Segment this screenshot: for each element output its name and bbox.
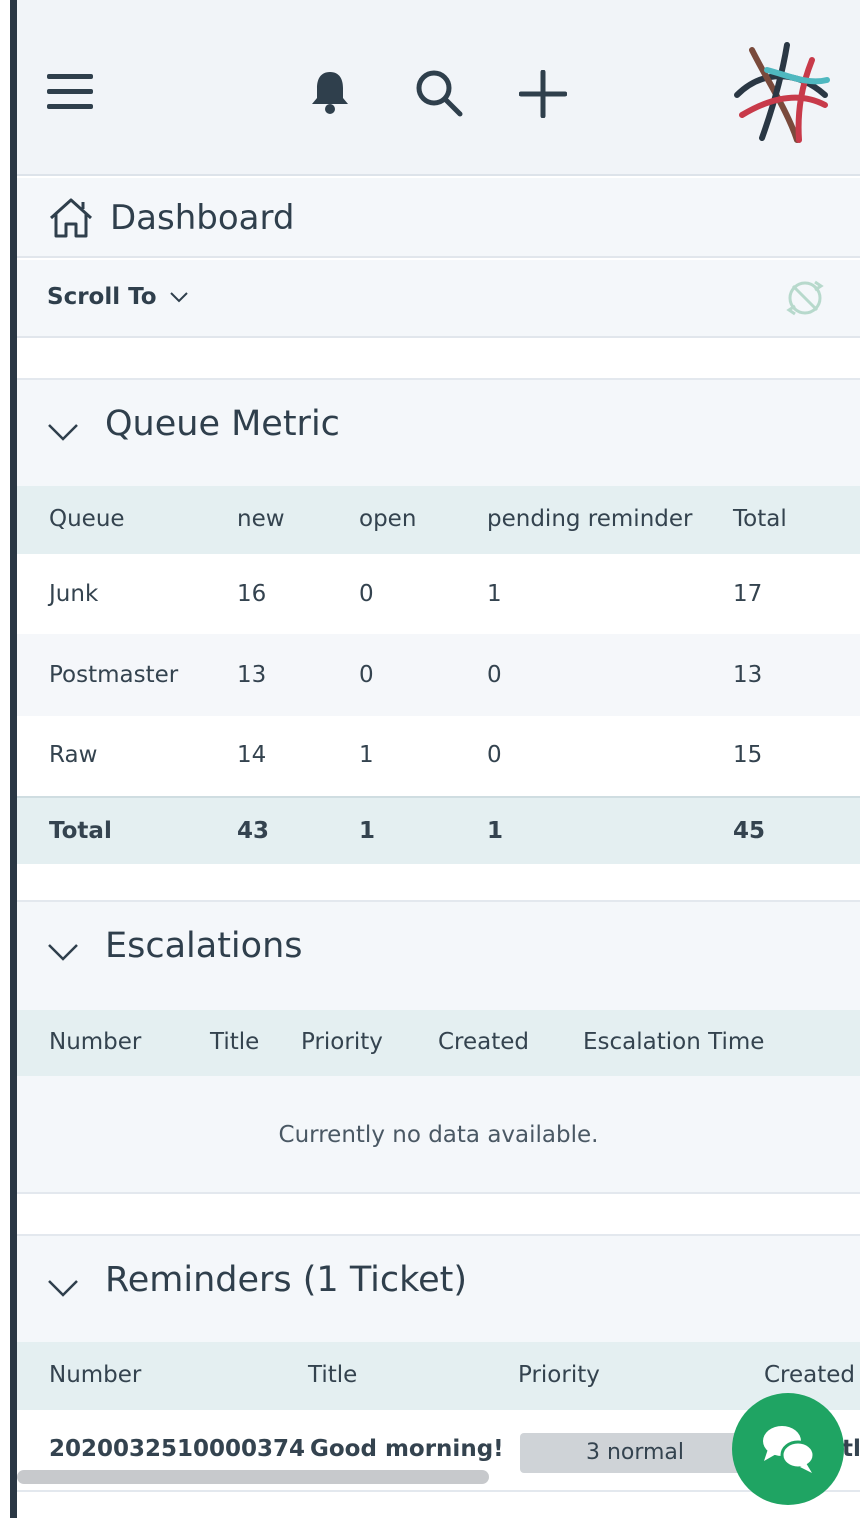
- count-pending[interactable]: 1: [487, 581, 502, 607]
- column-header[interactable]: Title: [308, 1362, 357, 1388]
- total-label: Total: [49, 818, 112, 844]
- queue-metric-header[interactable]: Queue Metric: [17, 378, 860, 486]
- table-header: Number Title Priority Created: [17, 1342, 860, 1410]
- escalations-header[interactable]: Escalations: [17, 900, 860, 1010]
- home-icon[interactable]: [47, 196, 95, 240]
- count-total[interactable]: 17: [733, 581, 762, 607]
- column-header[interactable]: open: [359, 506, 416, 532]
- count-total[interactable]: 15: [733, 742, 762, 768]
- count-open[interactable]: 0: [359, 662, 374, 688]
- queue-name[interactable]: Junk: [49, 581, 98, 607]
- section-gap: [17, 1196, 860, 1234]
- scroll-to-bar: Scroll To: [17, 260, 860, 338]
- table-header: Number Title Priority Created Escalation…: [17, 1010, 860, 1076]
- table-row[interactable]: Junk 16 0 1 17: [17, 554, 860, 634]
- menu-icon[interactable]: [47, 72, 93, 112]
- count-total[interactable]: 13: [733, 662, 762, 688]
- section-gap: [17, 340, 860, 378]
- section-gap: [17, 864, 860, 900]
- bell-icon[interactable]: [309, 68, 351, 116]
- page-title: Dashboard: [110, 198, 295, 238]
- count-pending[interactable]: 0: [487, 662, 502, 688]
- column-header[interactable]: Created: [438, 1029, 529, 1055]
- total-pending: 1: [487, 818, 504, 844]
- count-pending[interactable]: 0: [487, 742, 502, 768]
- left-edge-bar: [10, 0, 17, 1518]
- total-open: 1: [359, 818, 376, 844]
- chat-button[interactable]: [732, 1393, 844, 1505]
- count-new[interactable]: 14: [237, 742, 266, 768]
- total-new: 43: [237, 818, 270, 844]
- column-header[interactable]: Title: [210, 1029, 259, 1055]
- chevron-down-icon[interactable]: [169, 290, 189, 304]
- chevron-down-icon[interactable]: [47, 942, 79, 962]
- widget-title: Escalations: [105, 926, 303, 966]
- widget-title: Reminders (1 Ticket): [105, 1260, 468, 1300]
- column-header[interactable]: new: [237, 506, 285, 532]
- column-header[interactable]: Priority: [301, 1029, 383, 1055]
- queue-name[interactable]: Raw: [49, 742, 97, 768]
- search-icon[interactable]: [414, 68, 464, 118]
- column-header[interactable]: pending reminder: [487, 506, 692, 532]
- chevron-down-icon[interactable]: [47, 422, 79, 442]
- divider: [17, 1490, 860, 1492]
- empty-state: Currently no data available.: [17, 1076, 860, 1194]
- logo-icon[interactable]: [727, 40, 831, 144]
- column-header[interactable]: Priority: [518, 1362, 600, 1388]
- column-header[interactable]: Number: [49, 1362, 141, 1388]
- total-total: 45: [733, 818, 766, 844]
- horizontal-scrollbar[interactable]: [17, 1470, 489, 1484]
- count-new[interactable]: 16: [237, 581, 266, 607]
- table-row[interactable]: Postmaster 13 0 0 13: [17, 634, 860, 716]
- chevron-down-icon[interactable]: [47, 1278, 79, 1298]
- count-open[interactable]: 1: [359, 742, 374, 768]
- breadcrumb: Dashboard: [17, 178, 860, 258]
- scroll-to-dropdown[interactable]: Scroll To: [47, 284, 157, 310]
- empty-message: Currently no data available.: [278, 1122, 599, 1148]
- queue-name[interactable]: Postmaster: [49, 662, 178, 688]
- table-total-row: Total 43 1 1 45: [17, 796, 860, 864]
- priority-badge: 3 normal: [520, 1433, 750, 1473]
- count-new[interactable]: 13: [237, 662, 266, 688]
- refresh-icon[interactable]: [781, 276, 829, 320]
- table-header: Queue new open pending reminder Total: [17, 486, 860, 554]
- top-navigation-bar: [17, 0, 860, 176]
- ticket-number[interactable]: 2020032510000374: [49, 1436, 305, 1462]
- count-open[interactable]: 0: [359, 581, 374, 607]
- table-row[interactable]: Raw 14 1 0 15: [17, 716, 860, 796]
- column-header[interactable]: Total: [733, 506, 787, 532]
- widget-title: Queue Metric: [105, 404, 340, 444]
- column-header[interactable]: Escalation Time: [583, 1029, 764, 1055]
- column-header[interactable]: Number: [49, 1029, 141, 1055]
- ticket-title[interactable]: Good morning!: [310, 1436, 504, 1462]
- column-header[interactable]: Queue: [49, 506, 125, 532]
- reminders-header[interactable]: Reminders (1 Ticket): [17, 1234, 860, 1342]
- ticket-created-clipped: tl: [842, 1436, 860, 1462]
- plus-icon[interactable]: [519, 70, 567, 118]
- column-header[interactable]: Created: [764, 1362, 855, 1388]
- chat-icon: [763, 1426, 816, 1473]
